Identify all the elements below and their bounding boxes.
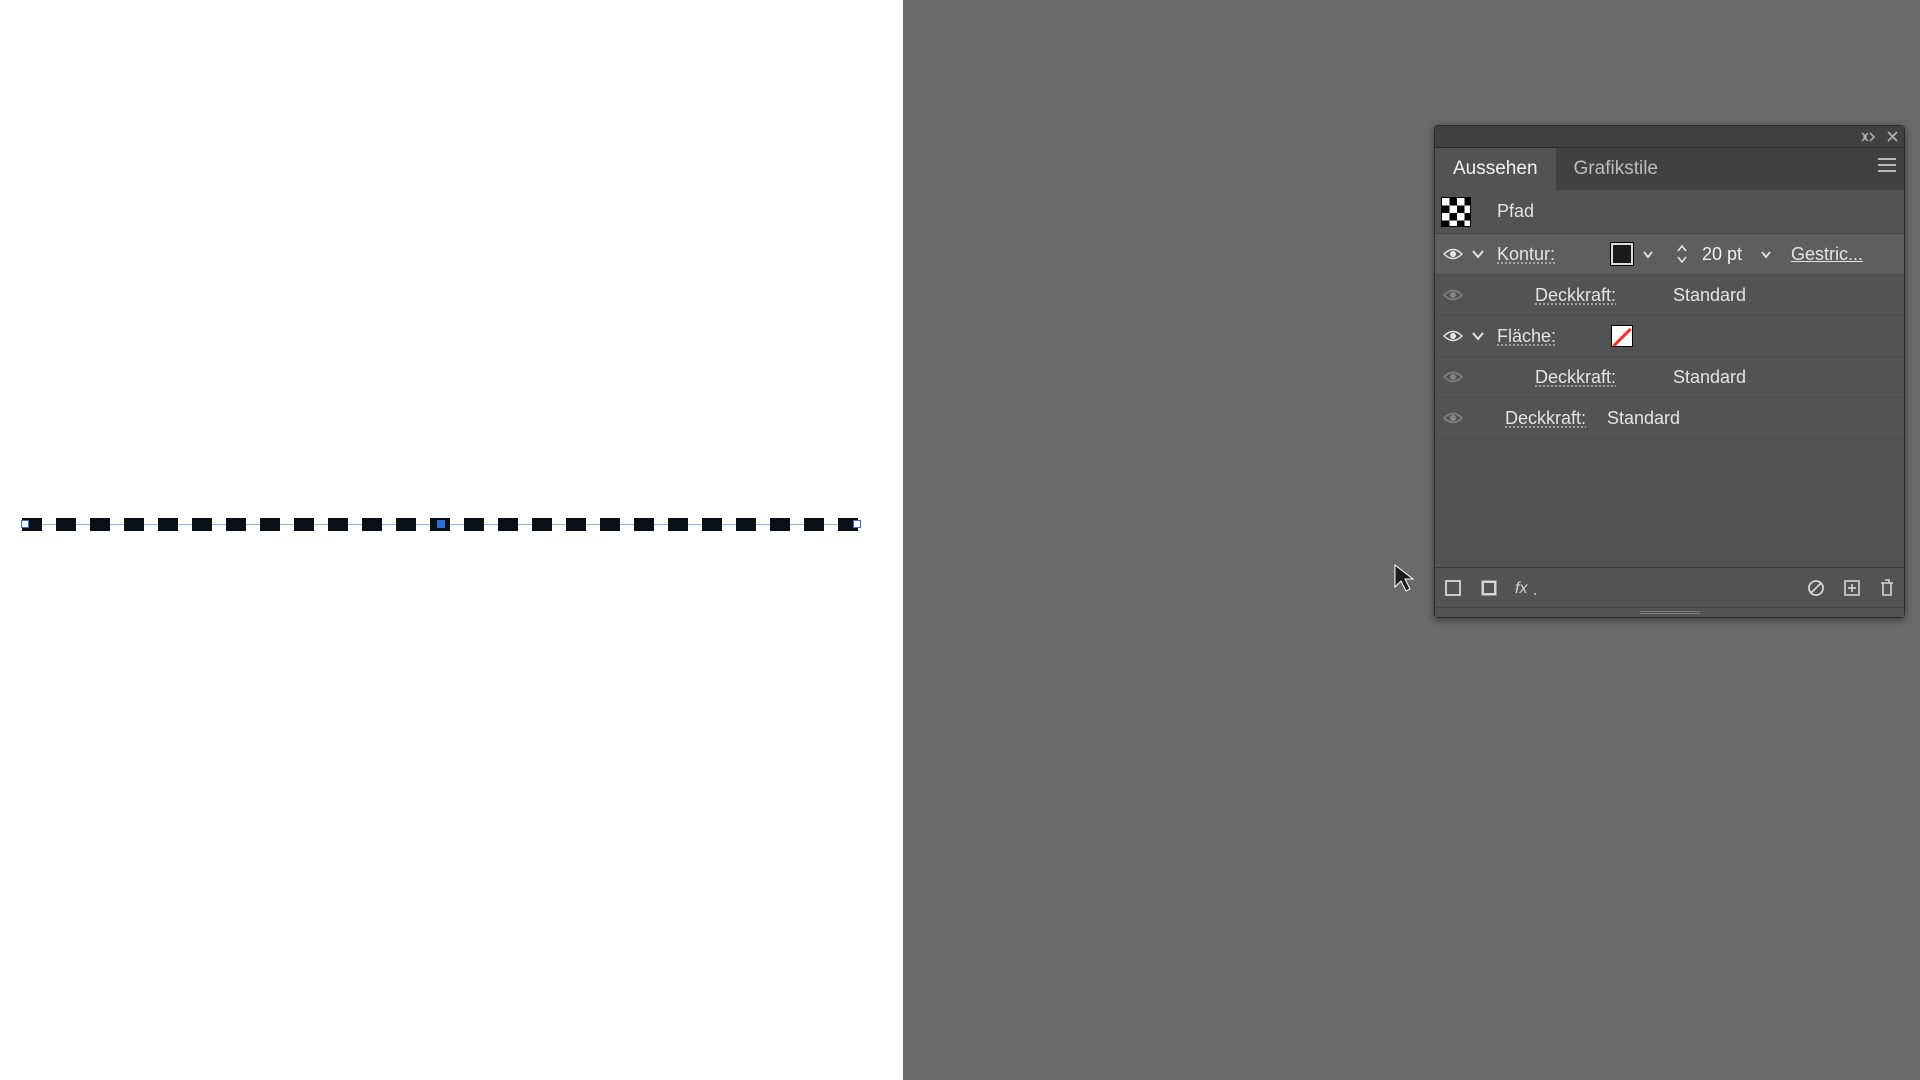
appearance-panel: Aussehen Grafikstile Pfad Kontur: — [1434, 125, 1905, 618]
stroke-opacity-value[interactable]: Standard — [1673, 285, 1746, 306]
add-fill-button[interactable] — [1479, 578, 1499, 598]
object-opacity-label[interactable]: Deckkraft: — [1505, 408, 1586, 428]
attribute-list: Kontur: 20 pt Gestric... Deckkra — [1435, 234, 1904, 439]
stroke-color-dropdown[interactable] — [1637, 241, 1659, 267]
fill-color-swatch[interactable] — [1611, 325, 1633, 347]
svg-text:fx: fx — [1515, 580, 1528, 597]
visibility-toggle-fill-opacity[interactable] — [1439, 370, 1467, 384]
anchor-mid[interactable] — [437, 520, 445, 528]
anchor-left[interactable] — [21, 520, 29, 528]
object-opacity-row[interactable]: Deckkraft: Standard — [1435, 398, 1904, 439]
object-thumbnail[interactable] — [1441, 197, 1471, 227]
visibility-toggle-fill[interactable] — [1439, 329, 1467, 343]
stroke-label[interactable]: Kontur: — [1497, 244, 1555, 264]
stroke-brush-link[interactable]: Gestric... — [1791, 244, 1863, 265]
visibility-toggle-object-opacity[interactable] — [1439, 411, 1467, 425]
stroke-opacity-label[interactable]: Deckkraft: — [1535, 285, 1616, 305]
tab-appearance[interactable]: Aussehen — [1435, 148, 1556, 190]
delete-item-button[interactable] — [1878, 578, 1896, 598]
visibility-toggle-stroke[interactable] — [1439, 247, 1467, 261]
collapse-icon[interactable] — [1861, 132, 1877, 142]
tab-bar: Aussehen Grafikstile — [1435, 148, 1904, 190]
visibility-toggle-stroke-opacity[interactable] — [1439, 288, 1467, 302]
anchor-right[interactable] — [853, 520, 861, 528]
panel-resize-grip[interactable] — [1435, 607, 1904, 617]
clear-appearance-button[interactable] — [1806, 578, 1826, 598]
panel-titlebar[interactable] — [1435, 126, 1904, 148]
duplicate-item-button[interactable] — [1842, 578, 1862, 598]
stroke-weight-control: 20 pt — [1675, 241, 1777, 267]
stroke-row[interactable]: Kontur: 20 pt Gestric... — [1435, 234, 1904, 275]
tab-appearance-label: Aussehen — [1453, 158, 1538, 179]
fill-label[interactable]: Fläche: — [1497, 326, 1556, 346]
stroke-weight-field[interactable]: 20 pt — [1693, 241, 1751, 267]
stroke-weight-stepper[interactable] — [1675, 241, 1693, 267]
object-row: Pfad — [1435, 190, 1904, 234]
stroke-weight-dropdown[interactable] — [1755, 241, 1777, 267]
tab-graphic-styles[interactable]: Grafikstile — [1556, 148, 1676, 190]
stroke-color-swatch[interactable] — [1611, 243, 1633, 265]
add-effect-button[interactable]: fx — [1515, 578, 1539, 598]
disclosure-fill[interactable] — [1467, 329, 1489, 343]
tab-graphic-styles-label: Grafikstile — [1574, 158, 1658, 179]
object-opacity-value[interactable]: Standard — [1607, 408, 1680, 429]
add-stroke-button[interactable] — [1443, 578, 1463, 598]
stroke-opacity-row[interactable]: Deckkraft: Standard — [1435, 275, 1904, 316]
attr-empty-area — [1435, 439, 1904, 567]
fill-opacity-value[interactable]: Standard — [1673, 367, 1746, 388]
cursor-icon — [1393, 563, 1419, 598]
disclosure-stroke[interactable] — [1467, 247, 1489, 261]
fill-opacity-row[interactable]: Deckkraft: Standard — [1435, 357, 1904, 398]
object-name: Pfad — [1497, 201, 1534, 222]
panel-footer: fx — [1435, 567, 1904, 607]
artboard[interactable] — [0, 0, 903, 1080]
fill-opacity-label[interactable]: Deckkraft: — [1535, 367, 1616, 387]
close-icon[interactable] — [1887, 131, 1898, 142]
panel-menu-icon[interactable] — [1876, 156, 1898, 179]
fill-row[interactable]: Fläche: — [1435, 316, 1904, 357]
